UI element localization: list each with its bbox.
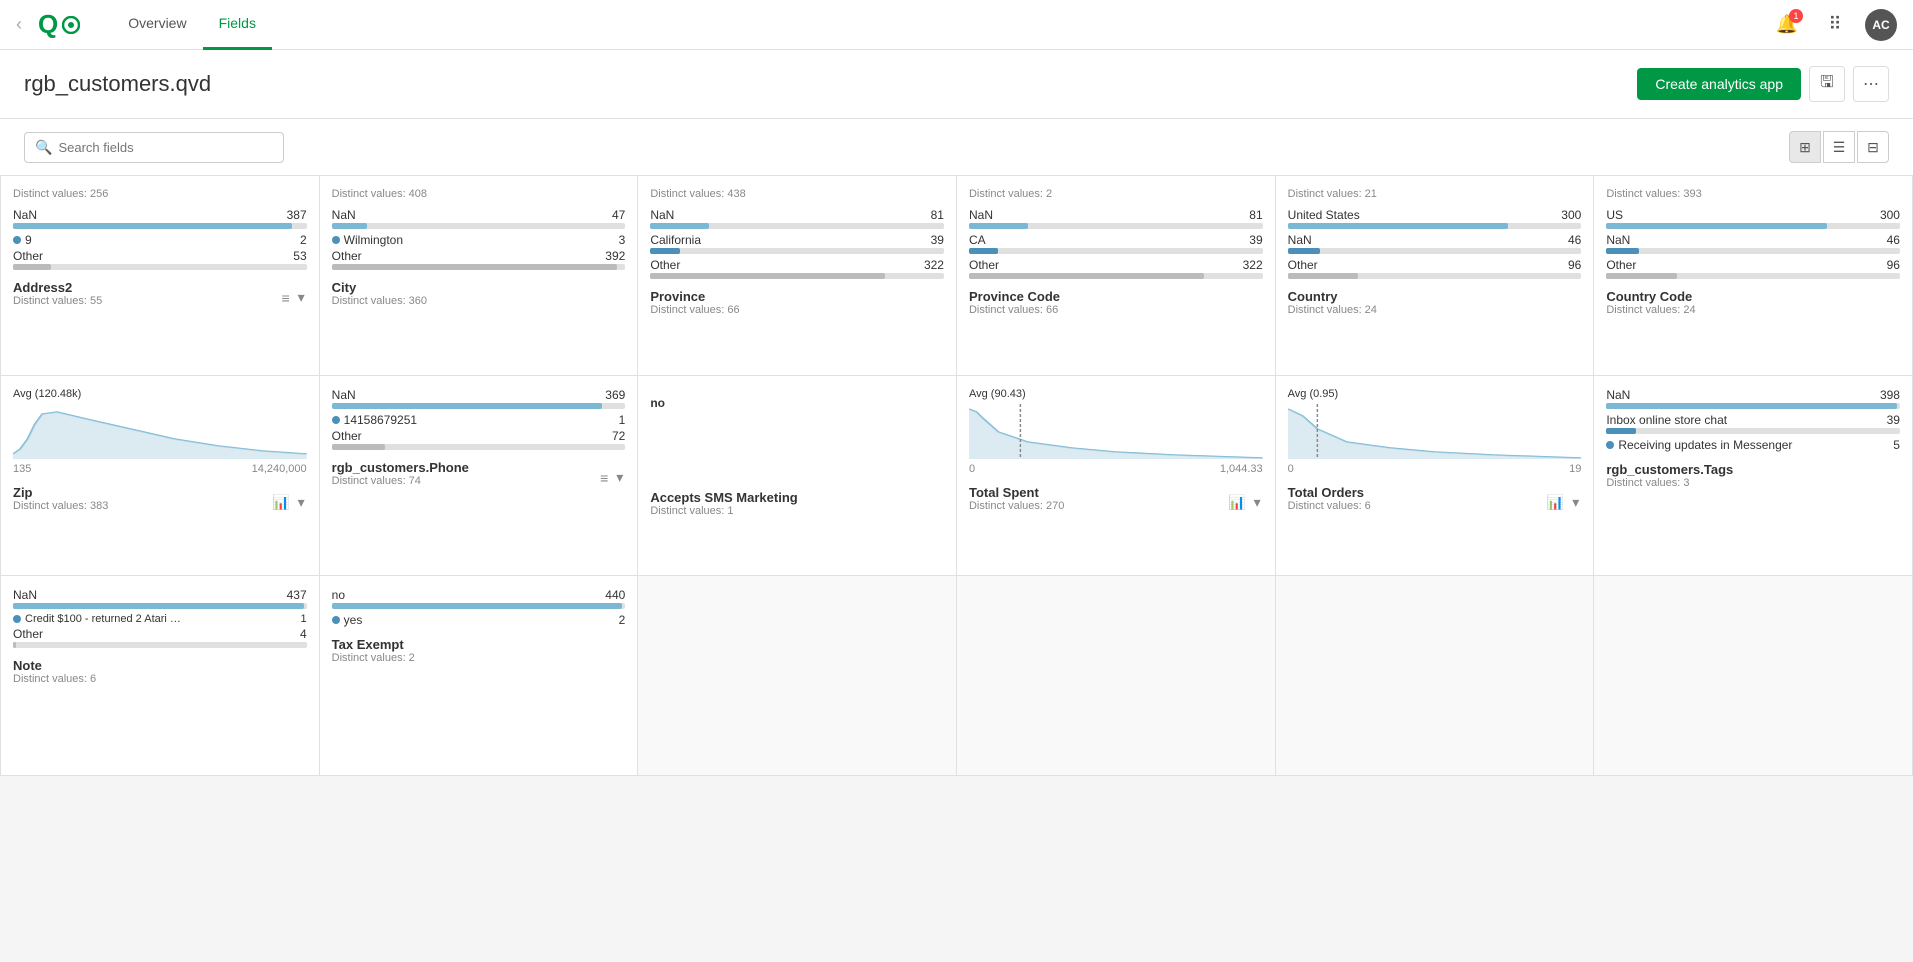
field-name-total-spent: Total Spent — [969, 485, 1064, 500]
create-analytics-button[interactable]: Create analytics app — [1637, 68, 1801, 100]
save-button[interactable]: 🖫 — [1809, 66, 1845, 102]
dot-icon — [1606, 441, 1614, 449]
apps-button[interactable]: ⠿ — [1817, 7, 1853, 43]
notification-badge: 1 — [1789, 9, 1803, 23]
field-card-city: Distinct values: 408 NaN47 Wilmington3 O… — [320, 176, 639, 376]
nav-overview[interactable]: Overview — [112, 0, 202, 50]
search-input-wrap: 🔍 — [24, 132, 284, 163]
qlik-logo: Q — [38, 9, 80, 40]
field-name-phone: rgb_customers.Phone — [332, 460, 469, 475]
field-name-province: Province — [650, 289, 739, 304]
expand-zip[interactable]: ▾ — [296, 492, 307, 513]
header-actions: Create analytics app 🖫 ⋯ — [1637, 66, 1889, 102]
expand-orders[interactable]: ▾ — [1570, 492, 1581, 513]
sort-phone[interactable]: ≡ — [598, 467, 610, 488]
field-name-note: Note — [13, 658, 96, 673]
dot-icon — [13, 236, 21, 244]
search-input[interactable] — [58, 140, 273, 155]
chart-type-zip[interactable]: 📊 — [270, 492, 291, 513]
page-header: rgb_customers.qvd Create analytics app 🖫… — [0, 50, 1913, 119]
back-button[interactable]: ‹ — [16, 14, 22, 35]
topnav: ‹ Q Overview Fields 🔔 1 ⠿ AC — [0, 0, 1913, 50]
nav-icons: 🔔 1 ⠿ AC — [1769, 7, 1897, 43]
view-toggle: ⊞ ☰ ⊟ — [1789, 131, 1889, 163]
avatar[interactable]: AC — [1865, 9, 1897, 41]
list-view-button[interactable]: ☰ — [1823, 131, 1855, 163]
dot-icon — [13, 615, 21, 623]
field-name-zip: Zip — [13, 485, 108, 500]
expand-phone[interactable]: ▾ — [614, 467, 625, 488]
field-card-total-orders: Avg (0.95) 0 19 Total Orders Distinct va… — [1276, 376, 1595, 576]
field-name-total-orders: Total Orders — [1288, 485, 1371, 500]
zip-histogram — [13, 404, 307, 459]
search-bar-row: 🔍 ⊞ ☰ ⊟ — [0, 119, 1913, 176]
field-card-tax-exempt: no440 yes2 Tax Exempt Distinct values: 2 — [320, 576, 639, 776]
qlik-q: Q — [38, 9, 58, 40]
field-name-tags: rgb_customers.Tags — [1606, 462, 1733, 477]
field-name-country-code: Country Code — [1606, 289, 1695, 304]
field-card-country: Distinct values: 21 United States300 NaN… — [1276, 176, 1595, 376]
total-orders-histogram — [1288, 404, 1582, 459]
field-card-address2: Distinct values: 256 NaN387 92 Other53 A… — [1, 176, 320, 376]
notification-button[interactable]: 🔔 1 — [1769, 7, 1805, 43]
field-card-province-code: Distinct values: 2 NaN81 CA39 Other322 P… — [957, 176, 1276, 376]
total-spent-histogram — [969, 404, 1263, 459]
page-title: rgb_customers.qvd — [24, 71, 211, 97]
field-name-city: City — [332, 280, 427, 295]
field-name-tax-exempt: Tax Exempt — [332, 637, 415, 652]
field-card-note: NaN437 Credit $100 - returned 2 Atari 52… — [1, 576, 320, 776]
expand-button-address2[interactable]: ▾ — [296, 287, 307, 308]
qlik-icon — [62, 16, 80, 34]
field-name-country: Country — [1288, 289, 1377, 304]
nav-fields[interactable]: Fields — [203, 0, 272, 50]
field-card-total-spent: Avg (90.43) 0 1,044.33 Total Spent Disti… — [957, 376, 1276, 576]
sort-button-address2[interactable]: ≡ — [279, 287, 291, 308]
field-card-empty-3 — [1276, 576, 1595, 776]
field-card-sms: no Accepts SMS Marketing Distinct values… — [638, 376, 957, 576]
chart-type-orders[interactable]: 📊 — [1545, 492, 1566, 513]
field-card-zip: Avg (120.48k) 135 14,240,000 Zip Distinc… — [1, 376, 320, 576]
field-top-distinct-city: Distinct values: 408 — [332, 188, 626, 200]
table-view-button[interactable]: ⊟ — [1857, 131, 1889, 163]
field-card-phone: NaN369 141586792511 Other72 rgb_customer… — [320, 376, 639, 576]
field-name-province-code: Province Code — [969, 289, 1060, 304]
more-options-button[interactable]: ⋯ — [1853, 66, 1889, 102]
field-distinct-city: Distinct values: 360 — [332, 295, 427, 307]
field-card-country-code: Distinct values: 393 US300 NaN46 Other96… — [1594, 176, 1913, 376]
nav-links: Overview Fields — [112, 0, 272, 50]
dot-icon — [332, 616, 340, 624]
chart-type-spent[interactable]: 📊 — [1226, 492, 1247, 513]
dot-icon — [332, 236, 340, 244]
fields-grid: Distinct values: 256 NaN387 92 Other53 A… — [0, 176, 1913, 776]
field-card-empty-4 — [1594, 576, 1913, 776]
search-icon: 🔍 — [35, 139, 52, 156]
field-card-empty-2 — [957, 576, 1276, 776]
expand-spent[interactable]: ▾ — [1252, 492, 1263, 513]
field-card-tags: NaN398 Inbox online store chat39 Receivi… — [1594, 376, 1913, 576]
field-top-distinct-address2: Distinct values: 256 — [13, 188, 307, 200]
field-distinct-address2: Distinct values: 55 — [13, 295, 102, 307]
field-name-sms: Accepts SMS Marketing — [650, 490, 797, 505]
field-name-address2: Address2 — [13, 280, 102, 295]
field-card-province: Distinct values: 438 NaN81 California39 … — [638, 176, 957, 376]
fields-container: Distinct values: 256 NaN387 92 Other53 A… — [0, 176, 1913, 962]
field-card-empty-1 — [638, 576, 957, 776]
grid-view-button[interactable]: ⊞ — [1789, 131, 1821, 163]
dot-icon — [332, 416, 340, 424]
